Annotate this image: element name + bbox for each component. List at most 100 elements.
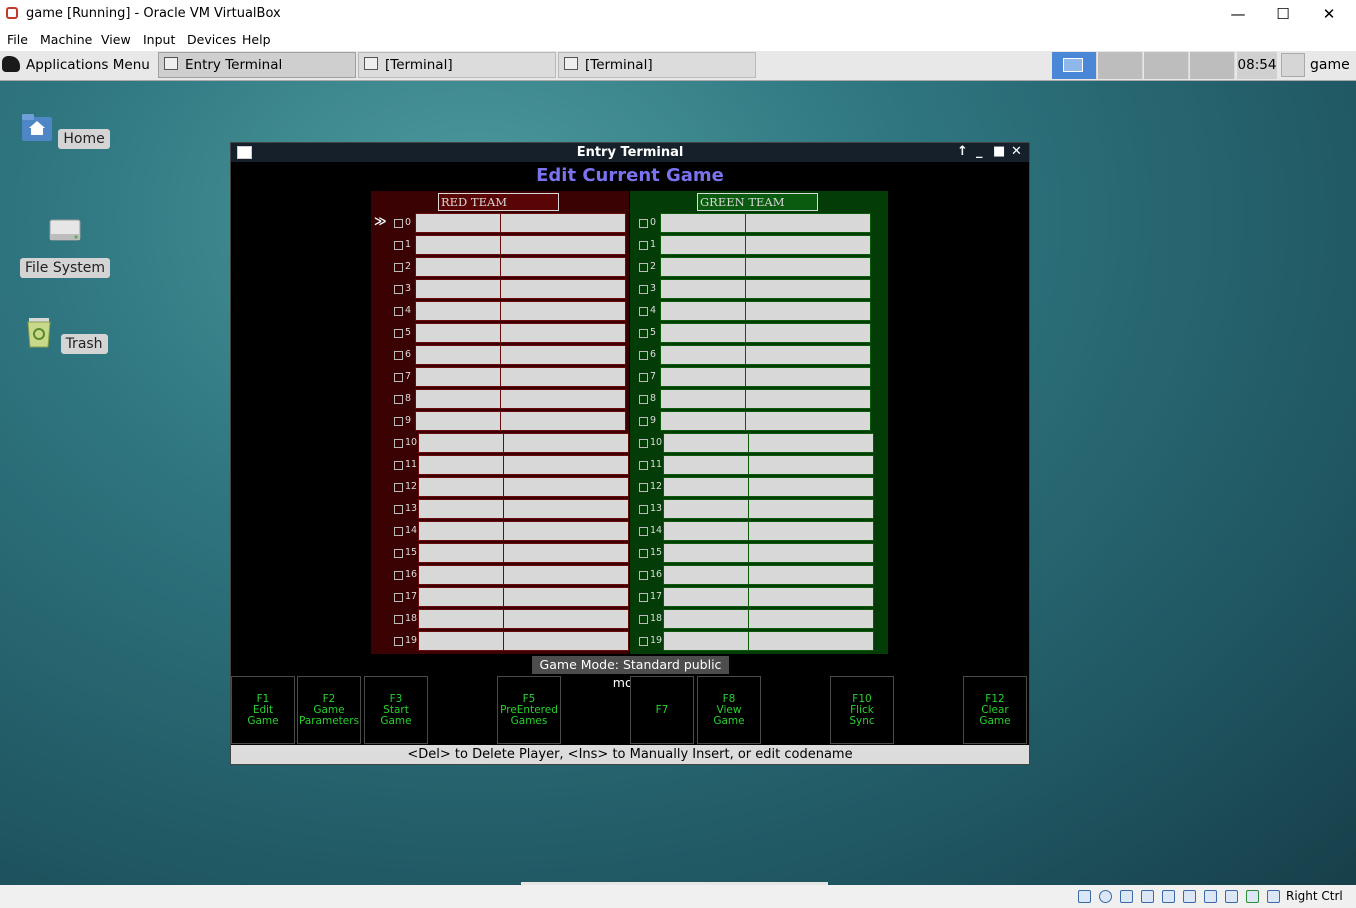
player-checkbox[interactable] [394, 219, 403, 228]
player-codename-field[interactable] [745, 323, 871, 343]
red-player-row[interactable]: 11 [371, 455, 629, 477]
green-player-row[interactable]: 2 [630, 257, 888, 279]
player-checkbox[interactable] [639, 241, 648, 250]
workspace-1[interactable] [1052, 52, 1097, 79]
red-player-row[interactable]: 6 [371, 345, 629, 367]
player-id-field[interactable] [415, 411, 501, 431]
green-player-row[interactable]: 12 [630, 477, 888, 499]
player-codename-field[interactable] [503, 543, 629, 563]
player-codename-field[interactable] [748, 543, 874, 563]
player-id-field[interactable] [663, 587, 749, 607]
red-player-row[interactable]: 14 [371, 521, 629, 543]
menu-devices[interactable]: Devices [187, 32, 236, 47]
player-codename-field[interactable] [503, 499, 629, 519]
player-checkbox[interactable] [394, 527, 403, 536]
menu-view[interactable]: View [101, 32, 131, 47]
optical-drive-icon[interactable] [1099, 890, 1112, 903]
entry-terminal-titlebar[interactable]: Entry Terminal ↑ _ ■ ✕ [231, 143, 1029, 162]
player-codename-field[interactable] [500, 279, 626, 299]
player-codename-field[interactable] [745, 257, 871, 277]
red-player-row[interactable]: 1 [371, 235, 629, 257]
player-codename-field[interactable] [745, 367, 871, 387]
green-player-row[interactable]: 11 [630, 455, 888, 477]
maximize-button[interactable]: ☐ [1260, 0, 1306, 28]
green-player-row[interactable]: 14 [630, 521, 888, 543]
workspace-4[interactable] [1190, 52, 1235, 79]
player-checkbox[interactable] [639, 505, 648, 514]
player-id-field[interactable] [660, 389, 746, 409]
workspace-3[interactable] [1144, 52, 1189, 79]
player-codename-field[interactable] [503, 609, 629, 629]
player-codename-field[interactable] [503, 477, 629, 497]
player-id-field[interactable] [415, 323, 501, 343]
mouse-integration-icon[interactable] [1267, 890, 1280, 903]
task-terminal-1[interactable]: [Terminal] [358, 52, 556, 78]
player-checkbox[interactable] [394, 461, 403, 470]
close-button[interactable]: ✕ [1306, 0, 1352, 28]
player-checkbox[interactable] [394, 241, 403, 250]
player-id-field[interactable] [663, 455, 749, 475]
green-player-row[interactable]: 15 [630, 543, 888, 565]
player-codename-field[interactable] [745, 235, 871, 255]
desktop-icon-home[interactable]: Home [15, 111, 115, 149]
player-codename-field[interactable] [503, 433, 629, 453]
menu-machine[interactable]: Machine [40, 32, 92, 47]
player-id-field[interactable] [660, 213, 746, 233]
player-checkbox[interactable] [394, 417, 403, 426]
red-player-row[interactable]: 5 [371, 323, 629, 345]
player-checkbox[interactable] [394, 483, 403, 492]
player-codename-field[interactable] [745, 279, 871, 299]
red-player-row[interactable]: 2 [371, 257, 629, 279]
player-checkbox[interactable] [394, 593, 403, 602]
player-id-field[interactable] [415, 235, 501, 255]
player-id-field[interactable] [660, 345, 746, 365]
red-player-row[interactable]: 7 [371, 367, 629, 389]
player-codename-field[interactable] [745, 301, 871, 321]
player-codename-field[interactable] [745, 345, 871, 365]
menu-input[interactable]: Input [143, 32, 175, 47]
desktop-icon-file-system[interactable]: File System [15, 214, 115, 278]
red-player-row[interactable]: 8 [371, 389, 629, 411]
audio-icon[interactable] [1120, 890, 1133, 903]
f1-edit-game-button[interactable]: F1 Edit Game [231, 676, 295, 744]
player-checkbox[interactable] [639, 263, 648, 272]
player-codename-field[interactable] [503, 631, 629, 651]
green-player-row[interactable]: 4 [630, 301, 888, 323]
player-checkbox[interactable] [639, 395, 648, 404]
player-checkbox[interactable] [639, 285, 648, 294]
minimize-button[interactable]: — [1215, 0, 1261, 28]
player-id-field[interactable] [418, 455, 504, 475]
player-codename-field[interactable] [500, 301, 626, 321]
player-checkbox[interactable] [639, 637, 648, 646]
player-id-field[interactable] [418, 477, 504, 497]
player-codename-field[interactable] [500, 411, 626, 431]
f10-flick-sync-button[interactable]: F10 Flick Sync [830, 676, 894, 744]
player-checkbox[interactable] [639, 549, 648, 558]
video-capture-icon[interactable] [1225, 890, 1238, 903]
player-codename-field[interactable] [503, 587, 629, 607]
player-codename-field[interactable] [500, 257, 626, 277]
player-id-field[interactable] [663, 477, 749, 497]
player-codename-field[interactable] [500, 345, 626, 365]
f3-start-game-button[interactable]: F3 Start Game [364, 676, 428, 744]
green-player-row[interactable]: 10 [630, 433, 888, 455]
player-codename-field[interactable] [748, 499, 874, 519]
player-id-field[interactable] [418, 543, 504, 563]
player-id-field[interactable] [663, 609, 749, 629]
network-icon[interactable] [1141, 890, 1154, 903]
player-id-field[interactable] [415, 301, 501, 321]
red-player-row[interactable]: 18 [371, 609, 629, 631]
f2-game-parameters-button[interactable]: F2 Game Parameters [297, 676, 361, 744]
player-codename-field[interactable] [748, 521, 874, 541]
player-codename-field[interactable] [745, 213, 871, 233]
player-id-field[interactable] [660, 323, 746, 343]
f5-preentered-games-button[interactable]: F5 PreEntered Games [497, 676, 561, 744]
f7-button[interactable]: F7 [630, 676, 694, 744]
task-entry-terminal[interactable]: Entry Terminal [158, 52, 356, 78]
player-codename-field[interactable] [503, 455, 629, 475]
cpu-icon[interactable] [1246, 890, 1259, 903]
f12-clear-game-button[interactable]: F12 Clear Game [963, 676, 1027, 744]
red-player-row[interactable]: 0 ≫ [371, 213, 629, 235]
green-player-row[interactable]: 3 [630, 279, 888, 301]
player-id-field[interactable] [663, 499, 749, 519]
